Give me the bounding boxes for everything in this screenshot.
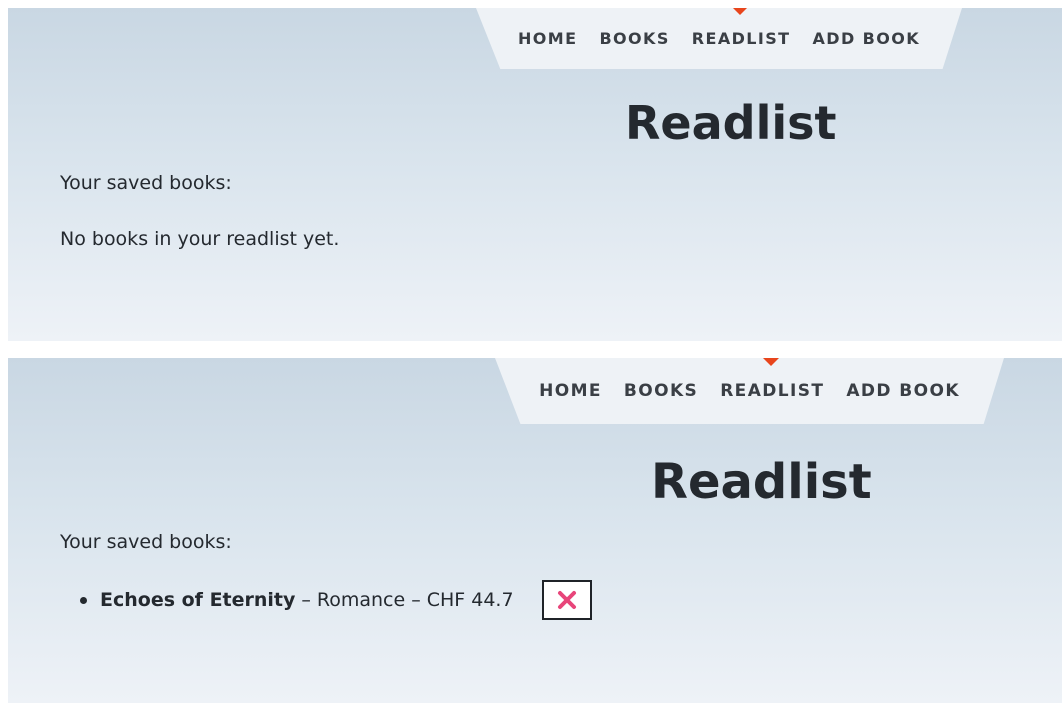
separator: – — [301, 589, 311, 611]
separator: – — [411, 589, 421, 611]
main-nav: HOME BOOKS READLIST ADD BOOK — [476, 8, 962, 69]
nav-item-books[interactable]: BOOKS — [599, 29, 669, 48]
nav-item-home[interactable]: HOME — [539, 381, 602, 401]
book-genre: Romance — [316, 589, 406, 611]
readlist-view-empty: HOME BOOKS READLIST ADD BOOK Readlist Yo… — [8, 8, 1062, 341]
nav-item-readlist[interactable]: READLIST — [692, 29, 791, 48]
remove-book-button[interactable] — [541, 580, 592, 620]
active-nav-indicator — [733, 8, 747, 15]
page-title: Readlist — [651, 454, 872, 510]
empty-readlist-message: No books in your readlist yet. — [60, 228, 340, 250]
book-price: CHF 44.7 — [426, 589, 514, 611]
nav-item-add-book[interactable]: ADD BOOK — [812, 29, 920, 48]
close-x-icon — [557, 591, 576, 609]
nav-item-books[interactable]: BOOKS — [624, 381, 698, 401]
nav-item-add-book[interactable]: ADD BOOK — [846, 381, 960, 401]
saved-books-label: Your saved books: — [60, 172, 232, 194]
active-nav-indicator — [763, 358, 779, 366]
nav-item-home[interactable]: HOME — [518, 29, 577, 48]
page-title: Readlist — [625, 96, 837, 150]
saved-books-label: Your saved books: — [60, 531, 232, 553]
bullet-icon — [80, 596, 87, 604]
list-item: Echoes of Eternity – Romance – CHF 44.7 — [80, 580, 592, 620]
readlist-view-with-books: HOME BOOKS READLIST ADD BOOK Readlist Yo… — [8, 358, 1062, 703]
nav-item-readlist[interactable]: READLIST — [720, 381, 824, 401]
readlist-book-list: Echoes of Eternity – Romance – CHF 44.7 — [80, 580, 592, 620]
book-title: Echoes of Eternity — [100, 589, 296, 611]
main-nav: HOME BOOKS READLIST ADD BOOK — [495, 358, 1004, 424]
